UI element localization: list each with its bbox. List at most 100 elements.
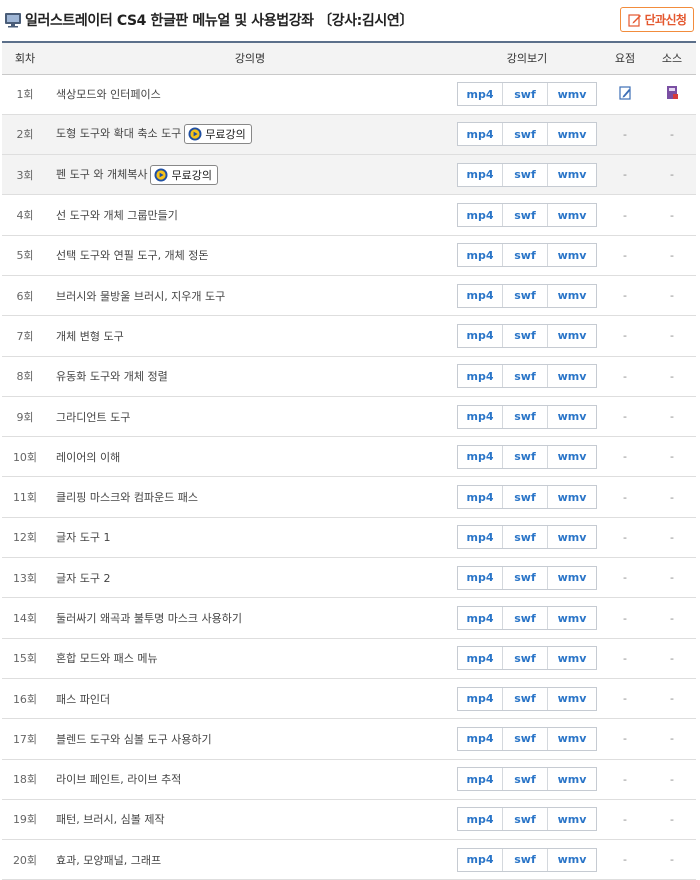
session-number: 8회 xyxy=(16,370,34,384)
swf-button[interactable]: swf xyxy=(503,445,548,468)
wmv-button[interactable]: wmv xyxy=(548,647,596,669)
format-button-group: mp4 swf wmv xyxy=(457,283,597,308)
book-icon[interactable] xyxy=(666,85,679,100)
source-cell: - xyxy=(670,450,674,464)
swf-button[interactable]: swf xyxy=(503,808,548,831)
wmv-button[interactable]: wmv xyxy=(548,446,596,468)
free-lecture-button[interactable]: 무료강의 xyxy=(150,164,218,185)
swf-button[interactable]: swf xyxy=(503,163,548,186)
source-cell: - xyxy=(670,127,674,141)
summary-cell: - xyxy=(623,611,627,625)
lecture-name-cell: 클리핑 마스크와 컴파운드 패스 xyxy=(48,477,452,517)
summary-cell: - xyxy=(623,812,627,826)
apply-course-button[interactable]: 단과신청 xyxy=(620,7,694,32)
mp4-button[interactable]: mp4 xyxy=(458,607,503,629)
swf-button[interactable]: swf xyxy=(503,687,548,710)
session-number: 16회 xyxy=(12,692,38,706)
swf-button[interactable]: swf xyxy=(503,324,548,347)
swf-button[interactable]: swf xyxy=(503,607,548,629)
swf-button[interactable]: swf xyxy=(503,727,548,750)
swf-button[interactable]: swf xyxy=(503,566,548,589)
mp4-button[interactable]: mp4 xyxy=(458,768,503,791)
memo-icon[interactable] xyxy=(618,86,632,100)
mp4-button[interactable]: mp4 xyxy=(458,284,503,307)
summary-cell: - xyxy=(623,490,627,504)
wmv-button[interactable]: wmv xyxy=(548,123,596,145)
swf-button[interactable]: swf xyxy=(503,284,548,307)
page-header: 일러스트레이터 CS4 한글판 메뉴얼 및 사용법강좌 〔강사:김시연〕 단과신… xyxy=(0,0,700,40)
swf-button[interactable]: swf xyxy=(503,244,548,267)
mp4-button[interactable]: mp4 xyxy=(458,727,503,750)
wmv-button[interactable]: wmv xyxy=(548,325,596,347)
lecture-title: 개체 변형 도구 xyxy=(56,329,124,343)
summary-cell: - xyxy=(623,168,627,182)
lecture-name-cell: 도형 도구와 확대 축소 도구 무료강의 xyxy=(48,114,452,154)
mp4-button[interactable]: mp4 xyxy=(458,687,503,710)
wmv-button[interactable]: wmv xyxy=(548,607,596,629)
mp4-button[interactable]: mp4 xyxy=(458,204,503,227)
format-button-group: mp4 swf wmv xyxy=(457,565,597,590)
lecture-title: 유동화 도구와 개체 정렬 xyxy=(56,370,168,384)
mp4-button[interactable]: mp4 xyxy=(458,324,503,347)
wmv-button[interactable]: wmv xyxy=(548,808,596,830)
wmv-button[interactable]: wmv xyxy=(548,244,596,266)
mp4-button[interactable]: mp4 xyxy=(458,405,503,428)
mp4-button[interactable]: mp4 xyxy=(458,647,503,670)
mp4-button[interactable]: mp4 xyxy=(458,526,503,549)
lecture-table: 회차 강의명 강의보기 요점 소스 1회 색상모드와 인터페이스 mp4 swf wmv… xyxy=(2,41,696,880)
summary-cell: - xyxy=(623,530,627,544)
swf-button[interactable]: swf xyxy=(503,204,548,227)
wmv-button[interactable]: wmv xyxy=(548,406,596,428)
lecture-title: 혼합 모드와 패스 메뉴 xyxy=(56,652,158,666)
swf-button[interactable]: swf xyxy=(503,848,548,871)
wmv-button[interactable]: wmv xyxy=(548,164,596,186)
wmv-button[interactable]: wmv xyxy=(548,688,596,710)
mp4-button[interactable]: mp4 xyxy=(458,808,503,831)
mp4-button[interactable]: mp4 xyxy=(458,123,503,146)
wmv-button[interactable]: wmv xyxy=(548,486,596,508)
swf-button[interactable]: swf xyxy=(503,526,548,549)
format-button-group: mp4 swf wmv xyxy=(457,444,597,469)
lecture-name-cell: 블렌드 도구와 심볼 도구 사용하기 xyxy=(48,719,452,759)
source-cell: - xyxy=(670,812,674,826)
lecture-title: 색상모드와 인터페이스 xyxy=(56,88,161,102)
wmv-button[interactable]: wmv xyxy=(548,365,596,387)
mp4-button[interactable]: mp4 xyxy=(458,486,503,509)
wmv-button[interactable]: wmv xyxy=(548,728,596,750)
lecture-title: 패스 파인더 xyxy=(56,692,111,706)
lecture-view-cell: mp4 swf wmv xyxy=(452,759,602,799)
mp4-button[interactable]: mp4 xyxy=(458,445,503,468)
wmv-button[interactable]: wmv xyxy=(548,285,596,307)
free-lecture-button[interactable]: 무료강의 xyxy=(184,124,252,145)
swf-button[interactable]: swf xyxy=(503,486,548,509)
swf-button[interactable]: swf xyxy=(503,768,548,791)
mp4-button[interactable]: mp4 xyxy=(458,365,503,388)
swf-button[interactable]: swf xyxy=(503,83,548,106)
lecture-title: 선택 도구와 연필 도구, 개체 정돈 xyxy=(56,249,209,263)
swf-button[interactable]: swf xyxy=(503,647,548,670)
wmv-button[interactable]: wmv xyxy=(548,849,596,871)
lecture-name-cell: 유동화 도구와 개체 정렬 xyxy=(48,356,452,396)
swf-button[interactable]: swf xyxy=(503,123,548,146)
mp4-button[interactable]: mp4 xyxy=(458,566,503,589)
mp4-button[interactable]: mp4 xyxy=(458,163,503,186)
swf-button[interactable]: swf xyxy=(503,405,548,428)
mp4-button[interactable]: mp4 xyxy=(458,83,503,106)
lecture-name-cell: 라이브 페인트, 라이브 추적 xyxy=(48,759,452,799)
session-number: 10회 xyxy=(12,450,38,464)
wmv-button[interactable]: wmv xyxy=(548,768,596,790)
session-number: 4회 xyxy=(16,209,34,223)
format-button-group: mp4 swf wmv xyxy=(457,404,597,429)
format-button-group: mp4 swf wmv xyxy=(457,485,597,510)
format-button-group: mp4 swf wmv xyxy=(457,726,597,751)
wmv-button[interactable]: wmv xyxy=(548,567,596,589)
format-button-group: mp4 swf wmv xyxy=(457,847,597,872)
wmv-button[interactable]: wmv xyxy=(548,83,596,105)
mp4-button[interactable]: mp4 xyxy=(458,244,503,267)
format-button-group: mp4 swf wmv xyxy=(457,82,597,107)
table-row: 5회 선택 도구와 연필 도구, 개체 정돈 mp4 swf wmv - - xyxy=(2,235,696,276)
mp4-button[interactable]: mp4 xyxy=(458,848,503,871)
wmv-button[interactable]: wmv xyxy=(548,526,596,548)
wmv-button[interactable]: wmv xyxy=(548,204,596,226)
swf-button[interactable]: swf xyxy=(503,365,548,388)
